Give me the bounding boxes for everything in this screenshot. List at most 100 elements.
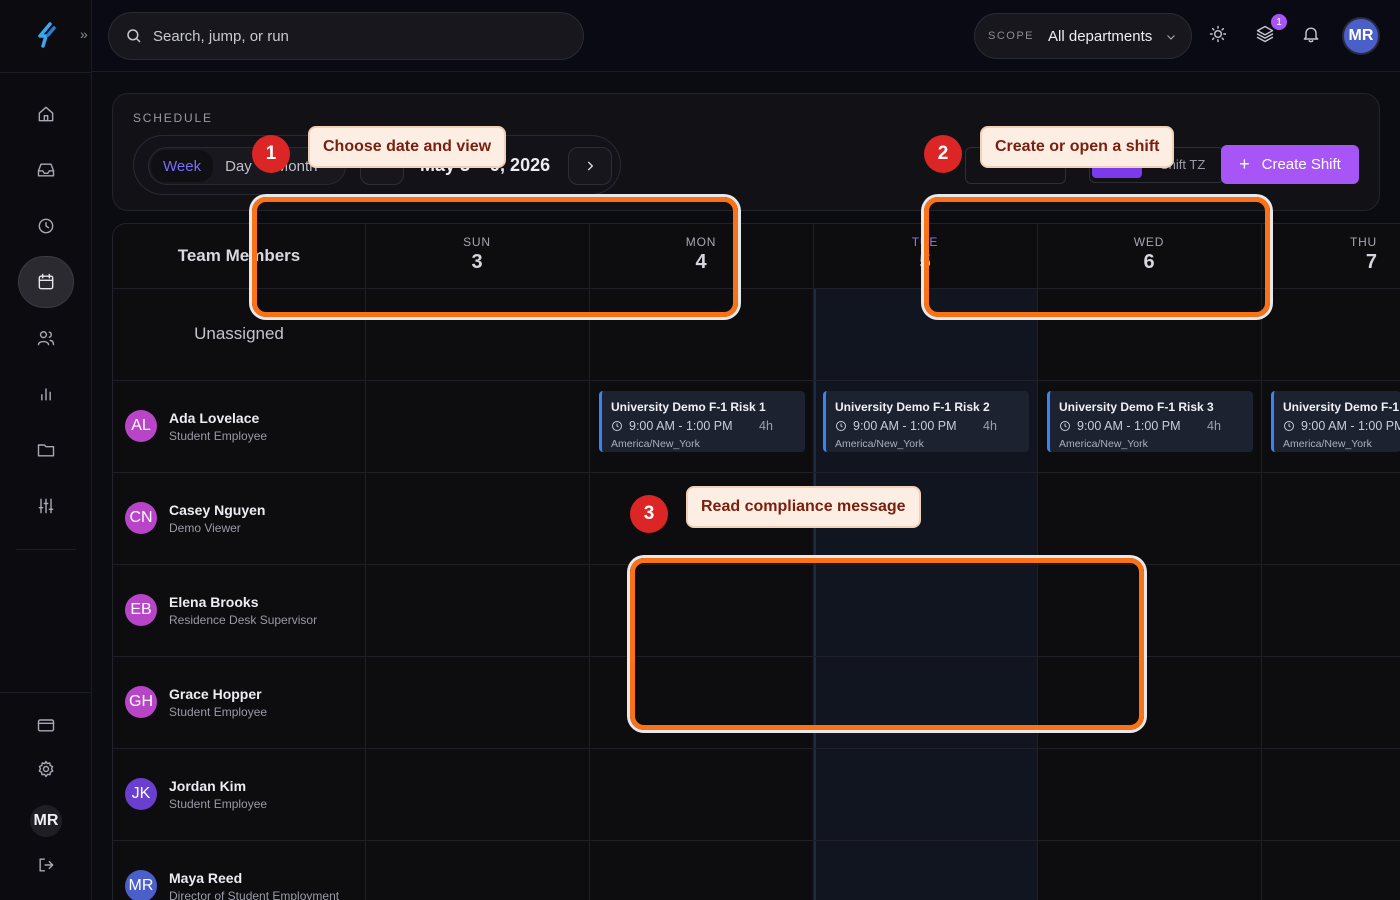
grid-col-divider bbox=[813, 224, 814, 900]
member-name: Jordan Kim bbox=[169, 778, 247, 794]
day-number: 6 bbox=[1143, 251, 1155, 273]
shift-time: 9:00 AM - 1:00 PM bbox=[611, 419, 733, 433]
chevron-down-icon bbox=[1167, 35, 1175, 40]
credit-card-icon bbox=[37, 719, 55, 732]
day-name: WED bbox=[1133, 235, 1165, 249]
sun-icon bbox=[1209, 25, 1227, 43]
shift-time: 9:00 AM - 1:00 PM bbox=[1283, 419, 1400, 433]
clock-icon bbox=[1284, 421, 1294, 431]
app-logo-icon[interactable] bbox=[34, 22, 60, 48]
shift-time-text: 9:00 AM - 1:00 PM bbox=[853, 419, 957, 433]
day-header-wed: WED 6 bbox=[1037, 224, 1261, 288]
shift-title: University Demo F-1 Risk 2 bbox=[835, 400, 990, 414]
sidebar: » MR bbox=[0, 0, 92, 900]
avatar: CN bbox=[125, 502, 157, 534]
member-row[interactable]: CN Casey Nguyen Demo Viewer bbox=[113, 472, 365, 564]
bell-icon bbox=[1303, 27, 1319, 43]
scope-value: All departments bbox=[1048, 27, 1153, 45]
shift-duration: 4h bbox=[759, 419, 773, 433]
shift-time: 9:00 AM - 1:00 PM bbox=[835, 419, 957, 433]
shift-time-text: 9:00 AM - 1:00 PM bbox=[1301, 419, 1400, 433]
shift-time-text: 9:00 AM - 1:00 PM bbox=[1077, 419, 1181, 433]
day-name: MON bbox=[685, 235, 717, 249]
gear-icon bbox=[38, 760, 54, 778]
theme-toggle-button[interactable] bbox=[1208, 24, 1230, 46]
callout-step-1: Choose date and view bbox=[308, 126, 507, 168]
create-shift-label: Create Shift bbox=[1261, 156, 1341, 173]
shift-duration: 4h bbox=[1207, 419, 1221, 433]
schedule-header: SCHEDULE Week Day Month May 3 – 9, 2026 … bbox=[112, 93, 1380, 211]
day-name: SUN bbox=[463, 235, 491, 249]
member-row[interactable]: GH Grace Hopper Student Employee bbox=[113, 656, 365, 748]
clock-icon bbox=[836, 421, 846, 431]
member-row[interactable]: EB Elena Brooks Residence Desk Superviso… bbox=[113, 564, 365, 656]
shift-title: University Demo F-1 Risk 3 bbox=[1059, 400, 1214, 414]
shift-timezone: America/New_York bbox=[1283, 438, 1372, 450]
shift-card[interactable]: University Demo F-1 Risk 3 9:00 AM - 1:0… bbox=[1047, 391, 1253, 452]
logout-icon bbox=[39, 858, 54, 872]
grid-col-divider bbox=[589, 224, 590, 900]
step-badge-1: 1 bbox=[252, 135, 290, 173]
member-row[interactable]: MR Maya Reed Director of Student Employm… bbox=[113, 840, 365, 900]
shift-card[interactable]: University Demo F-1 Risk 2 9:00 AM - 1:0… bbox=[823, 391, 1029, 452]
scope-label: SCOPE bbox=[988, 30, 1035, 42]
sidebar-divider bbox=[16, 549, 76, 550]
sidebar-avatar[interactable]: MR bbox=[30, 805, 62, 837]
nav-reports[interactable] bbox=[18, 368, 74, 420]
next-week-button[interactable] bbox=[568, 147, 612, 185]
search-bar[interactable] bbox=[108, 12, 584, 60]
member-name: Ada Lovelace bbox=[169, 410, 260, 426]
clock-icon bbox=[1060, 421, 1070, 431]
home-icon bbox=[38, 106, 54, 122]
nav-logout[interactable] bbox=[18, 839, 74, 891]
shift-title: University Demo F-1 Risk 4 bbox=[1283, 400, 1400, 414]
member-row[interactable]: AL Ada Lovelace Student Employee bbox=[113, 380, 365, 472]
shift-title: University Demo F-1 Risk 1 bbox=[611, 400, 766, 414]
grid-col-divider bbox=[365, 224, 366, 900]
nav-settings[interactable] bbox=[18, 743, 74, 795]
day-number: 5 bbox=[919, 251, 931, 273]
shift-card[interactable]: University Demo F-1 Risk 1 9:00 AM - 1:0… bbox=[599, 391, 805, 452]
create-shift-button[interactable]: + Create Shift bbox=[1221, 145, 1359, 184]
avatar: JK bbox=[125, 778, 157, 810]
member-name: Maya Reed bbox=[169, 870, 243, 886]
shift-card[interactable]: University Demo F-1 Risk 4 9:00 AM - 1:0… bbox=[1271, 391, 1400, 452]
notifications-button[interactable] bbox=[1301, 24, 1323, 46]
avatar: EB bbox=[125, 594, 157, 626]
callout-step-3: Read compliance message bbox=[686, 486, 921, 528]
inbox-icon bbox=[37, 163, 55, 177]
view-week-button[interactable]: Week bbox=[151, 150, 214, 182]
chevron-right-icon bbox=[587, 161, 594, 171]
team-members-header: Team Members bbox=[177, 246, 301, 265]
shift-time: 9:00 AM - 1:00 PM bbox=[1059, 419, 1181, 433]
user-avatar[interactable]: MR bbox=[1342, 17, 1380, 55]
sidebar-divider bbox=[0, 72, 92, 73]
member-row[interactable]: JK Jordan Kim Student Employee bbox=[113, 748, 365, 840]
nav-home[interactable] bbox=[18, 88, 74, 140]
nav-files[interactable] bbox=[18, 424, 74, 476]
scope-select[interactable]: SCOPE All departments bbox=[974, 13, 1192, 59]
nav-team[interactable] bbox=[18, 312, 74, 364]
schedule-grid: Team Members SUN 3 MON 4 TUE 5 WED 6 THU… bbox=[112, 223, 1400, 900]
step-badge-3: 3 bbox=[630, 495, 668, 533]
bar-chart-icon bbox=[41, 388, 51, 401]
nav-history[interactable] bbox=[18, 200, 74, 252]
shift-timezone: America/New_York bbox=[611, 438, 700, 450]
member-role: Director of Student Employment bbox=[169, 889, 340, 900]
nav-schedule[interactable] bbox=[18, 256, 74, 308]
expand-sidebar-icon[interactable]: » bbox=[80, 26, 88, 42]
shift-time-text: 9:00 AM - 1:00 PM bbox=[629, 419, 733, 433]
search-input[interactable] bbox=[153, 27, 553, 45]
day-header-mon: MON 4 bbox=[589, 224, 813, 288]
avatar: GH bbox=[125, 686, 157, 718]
shift-timezone: America/New_York bbox=[1059, 438, 1148, 450]
users-icon bbox=[37, 331, 55, 346]
member-role: Residence Desk Supervisor bbox=[169, 613, 318, 627]
day-number: 4 bbox=[695, 251, 707, 273]
nav-inbox[interactable] bbox=[18, 144, 74, 196]
clock-icon bbox=[612, 421, 622, 431]
member-role: Student Employee bbox=[169, 705, 268, 719]
avatar: AL bbox=[125, 410, 157, 442]
callout-step-2: Create or open a shift bbox=[980, 126, 1175, 168]
nav-controls[interactable] bbox=[18, 480, 74, 532]
